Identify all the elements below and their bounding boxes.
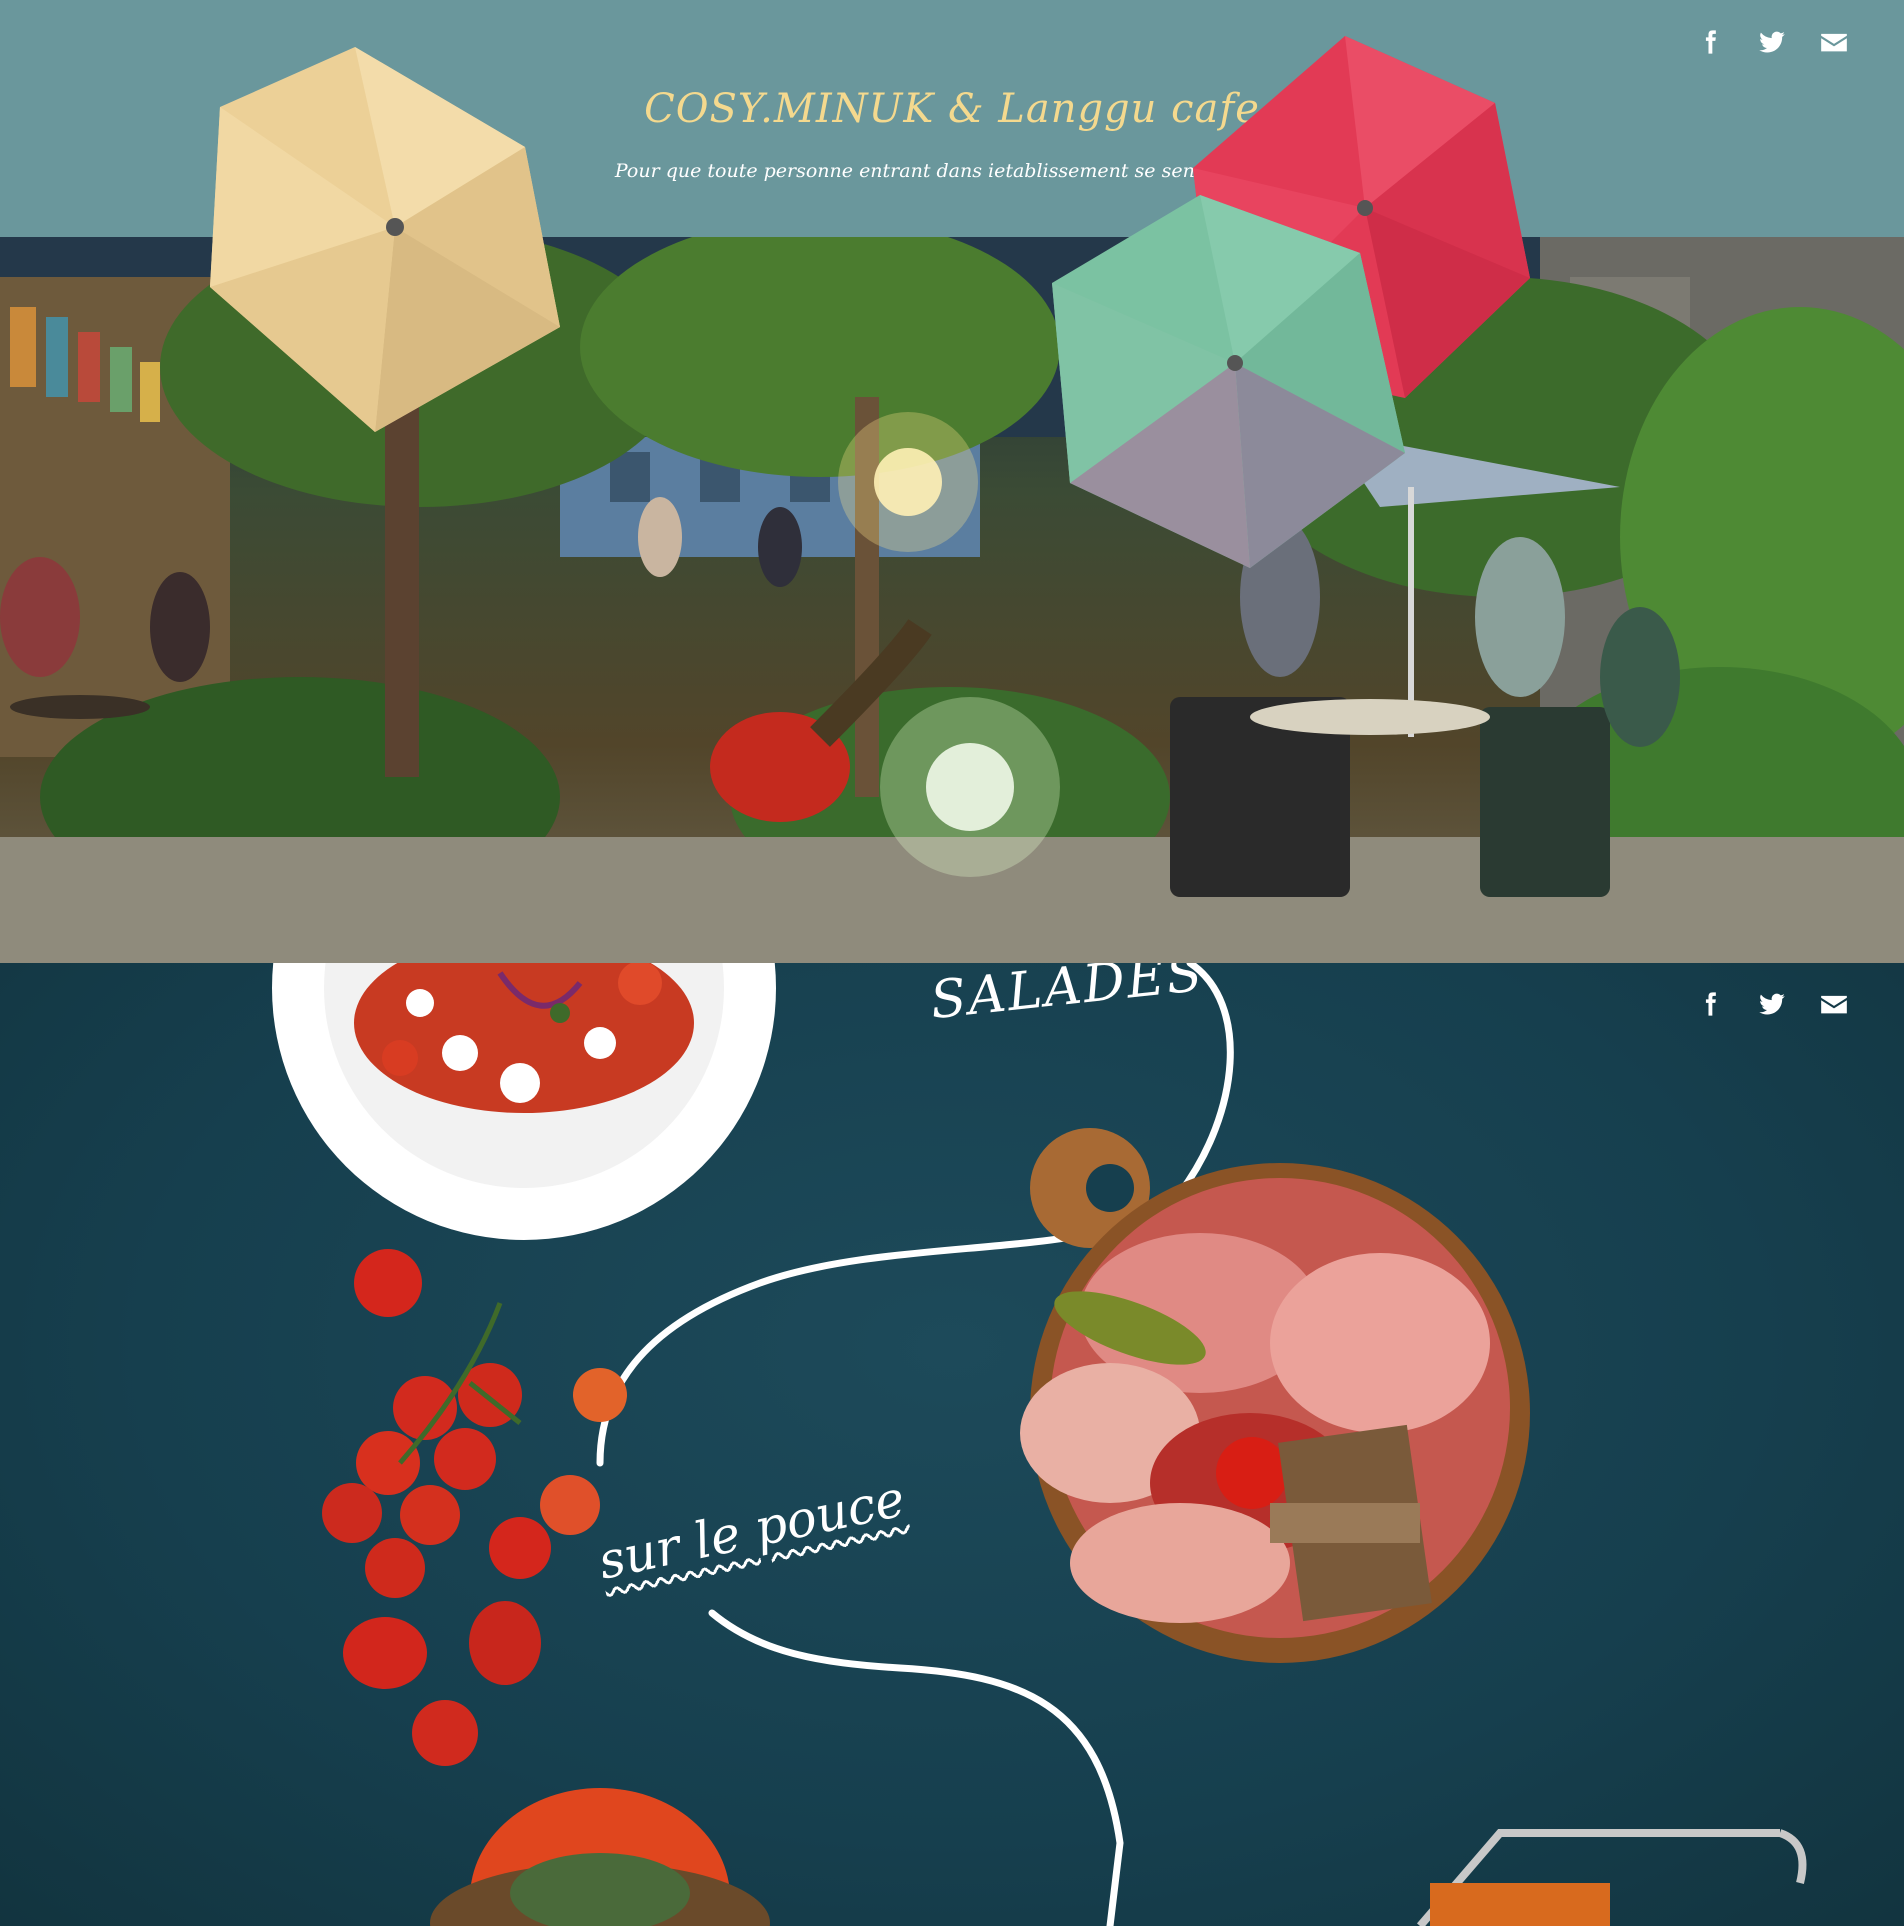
menu-section: SALADES sur le pouce (0, 963, 1904, 1926)
social-links-menu (1696, 990, 1848, 1018)
twitter-icon[interactable] (1758, 990, 1786, 1018)
facebook-icon[interactable] (1696, 990, 1724, 1018)
beige-umbrella (210, 47, 560, 432)
social-links-header (1696, 28, 1848, 56)
green-umbrella (1052, 195, 1405, 568)
envelope-icon[interactable] (1820, 990, 1848, 1018)
twitter-icon[interactable] (1758, 28, 1786, 56)
envelope-icon[interactable] (1820, 28, 1848, 56)
facebook-icon[interactable] (1696, 28, 1724, 56)
